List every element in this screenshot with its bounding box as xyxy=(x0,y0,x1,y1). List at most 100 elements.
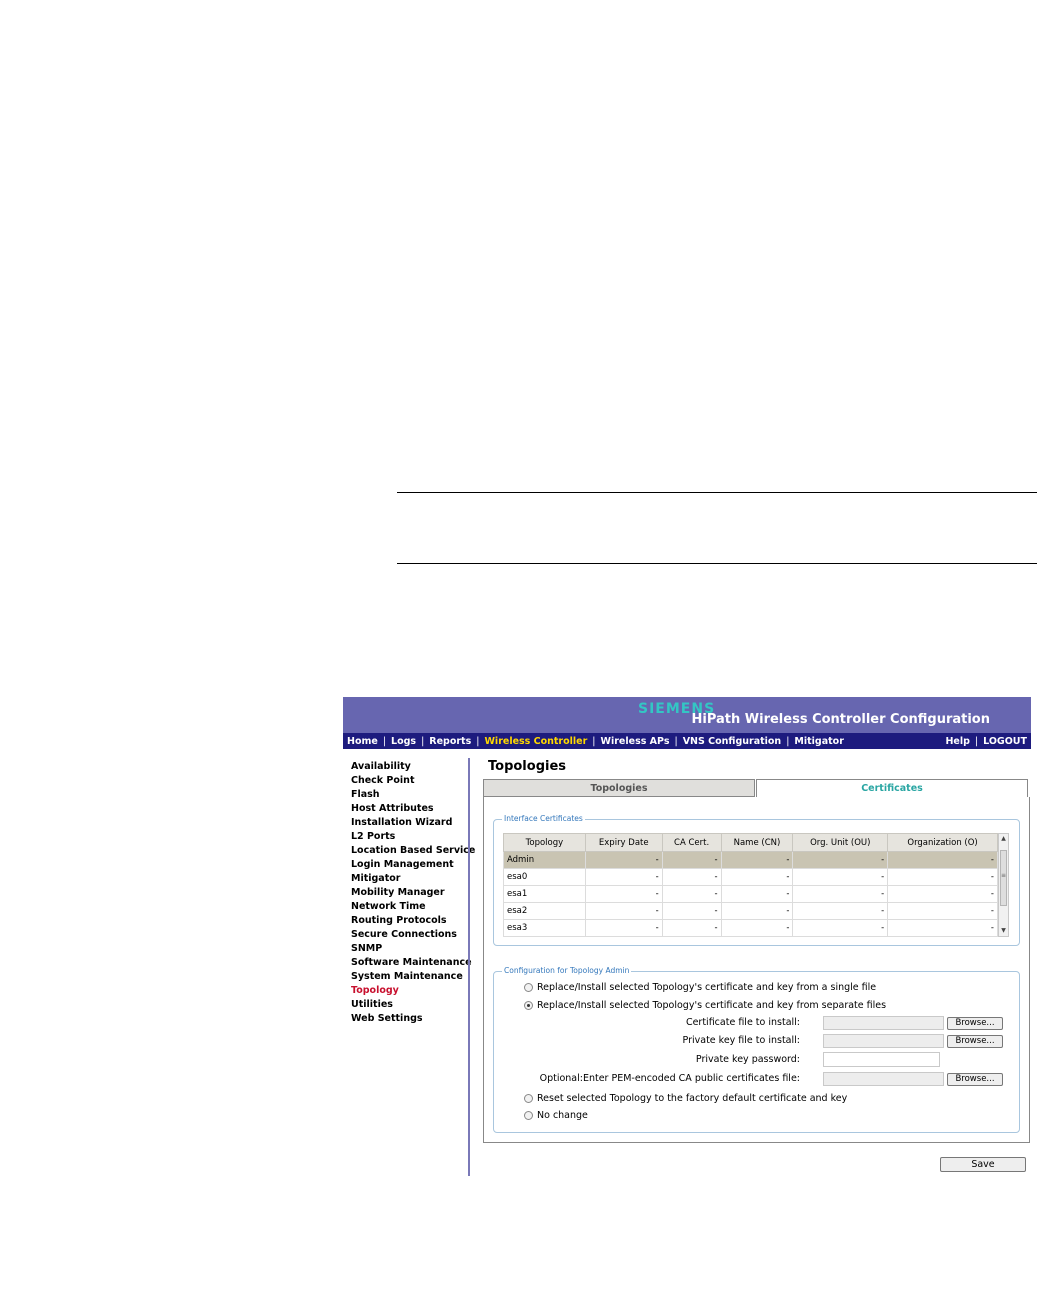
column-header-topology[interactable]: Topology xyxy=(503,833,586,852)
tab-topologies[interactable]: Topologies xyxy=(483,779,755,797)
topology-configuration-group: Configuration for Topology Admin Replace… xyxy=(493,966,1020,1133)
column-header-ca-cert[interactable]: CA Cert. xyxy=(661,833,722,852)
nav-link-wireless-controller[interactable]: Wireless Controller xyxy=(484,736,587,747)
column-header-org-unit-ou[interactable]: Org. Unit (OU) xyxy=(792,833,889,852)
sidebar-item-location-based-service[interactable]: Location Based Service xyxy=(351,844,475,858)
table-cell: - xyxy=(720,919,794,937)
grip-icon: ≡ xyxy=(1001,872,1007,879)
interface-certificates-table: Topology Expiry Date CA Cert. Name (CN) Org.… xyxy=(503,833,998,937)
tab-certificates[interactable]: Certificates xyxy=(756,779,1028,797)
certificate-browse-button[interactable]: Browse... xyxy=(947,1017,1003,1030)
table-cell: - xyxy=(792,851,889,869)
private-key-file-input[interactable] xyxy=(823,1034,944,1048)
radio-reset-default[interactable] xyxy=(524,1093,533,1103)
option-separate-files[interactable]: Replace/Install selected Topology's cert… xyxy=(524,998,886,1012)
certificate-file-input[interactable] xyxy=(823,1016,944,1030)
table-cell: - xyxy=(584,851,663,869)
table-cell: - xyxy=(887,851,998,869)
nav-link-mitigator[interactable]: Mitigator xyxy=(794,736,843,747)
sidebar-item-web-settings[interactable]: Web Settings xyxy=(351,1012,471,1026)
nav-link-vns-configuration[interactable]: VNS Configuration xyxy=(683,736,782,747)
nav-separator: | xyxy=(382,735,387,747)
table-cell: - xyxy=(887,868,998,886)
column-header-name-cn[interactable]: Name (CN) xyxy=(720,833,794,852)
save-button[interactable]: Save xyxy=(940,1157,1026,1172)
table-cell: - xyxy=(792,919,889,937)
table-row[interactable]: esa0- - - - - xyxy=(503,868,998,886)
option-reset-default[interactable]: Reset selected Topology to the factory d… xyxy=(524,1091,847,1105)
sidebar-item-flash[interactable]: Flash xyxy=(351,788,471,802)
private-key-browse-button[interactable]: Browse... xyxy=(947,1035,1003,1048)
scroll-thumb[interactable]: ≡ xyxy=(1000,850,1007,906)
private-key-password-input[interactable] xyxy=(823,1052,940,1067)
nav-link-logout[interactable]: LOGOUT xyxy=(983,736,1027,747)
top-nav-main: Home | Logs | Reports | Wireless Controller | Wi… xyxy=(347,733,844,749)
ca-certificates-browse-button[interactable]: Browse... xyxy=(947,1073,1003,1086)
sidebar-item-mobility-manager[interactable]: Mobility Manager xyxy=(351,886,471,900)
certificate-file-label: Certificate file to install: xyxy=(685,1017,800,1028)
sidebar-item-host-attributes[interactable]: Host Attributes xyxy=(351,802,471,816)
column-header-expiry-date[interactable]: Expiry Date xyxy=(584,833,663,852)
interface-certificates-legend: Interface Certificates xyxy=(502,814,585,823)
sidebar-item-topology[interactable]: Topology xyxy=(351,984,471,998)
scroll-down-icon[interactable]: ▼ xyxy=(999,926,1008,936)
sidebar-item-login-management[interactable]: Login Management xyxy=(351,858,471,872)
table-cell: - xyxy=(661,885,722,903)
sidebar-item-routing-protocols[interactable]: Routing Protocols xyxy=(351,914,471,928)
app-title: HiPath Wireless Controller Configuration xyxy=(691,712,991,727)
certificates-panel: Interface Certificates Topology Expiry Da… xyxy=(483,797,1030,1143)
table-row[interactable]: esa1- - - - - xyxy=(503,885,998,903)
table-cell: - xyxy=(720,851,794,869)
radio-separate-files[interactable] xyxy=(524,1000,533,1010)
controller-window: SIEMENS HiPath Wireless Controller Confi… xyxy=(343,697,1031,1177)
nav-separator: | xyxy=(476,735,480,747)
table-row[interactable]: Admin - - - - - xyxy=(503,851,998,869)
table-cell: - xyxy=(720,868,794,886)
sidebar-item-installation-wizard[interactable]: Installation Wizard xyxy=(351,816,471,830)
private-key-file-label: Private key file to install: xyxy=(682,1035,800,1046)
sidebar-item-utilities[interactable]: Utilities xyxy=(351,998,471,1012)
nav-link-reports[interactable]: Reports xyxy=(429,736,471,747)
table-row[interactable]: esa2- - - - - xyxy=(503,902,998,920)
radio-no-change[interactable] xyxy=(524,1110,533,1120)
nav-separator: | xyxy=(674,735,678,747)
table-cell: - xyxy=(584,919,663,937)
table-cell: esa1 xyxy=(503,885,586,903)
nav-link-logs[interactable]: Logs xyxy=(391,736,416,747)
sidebar-item-system-maintenance[interactable]: System Maintenance xyxy=(351,970,471,984)
sidebar-item-check-point[interactable]: Check Point xyxy=(351,774,471,788)
ca-certificates-file-label: Optional:Enter PEM-encoded CA public cer… xyxy=(539,1073,800,1084)
table-cell: - xyxy=(720,902,794,920)
option-single-file[interactable]: Replace/Install selected Topology's cert… xyxy=(524,980,876,994)
table-cell: - xyxy=(661,851,722,869)
table-scrollbar[interactable]: ▲ ≡ ▼ xyxy=(998,833,1009,937)
sidebar-item-l2-ports[interactable]: L2 Ports xyxy=(351,830,471,844)
table-cell: - xyxy=(792,902,889,920)
sidebar-item-snmp[interactable]: SNMP xyxy=(351,942,471,956)
ca-certificates-file-input[interactable] xyxy=(823,1072,944,1086)
table-cell: - xyxy=(887,902,998,920)
table-cell: esa0 xyxy=(503,868,586,886)
column-header-organization-o[interactable]: Organization (O) xyxy=(887,833,998,852)
sidebar-item-secure-connections[interactable]: Secure Connections xyxy=(351,928,471,942)
option-separate-files-label: Replace/Install selected Topology's cert… xyxy=(537,999,887,1011)
nav-link-help[interactable]: Help xyxy=(945,736,969,747)
option-no-change[interactable]: No change xyxy=(524,1108,588,1122)
radio-single-file[interactable] xyxy=(524,982,533,992)
table-cell: - xyxy=(661,868,722,886)
scroll-up-icon[interactable]: ▲ xyxy=(999,834,1008,844)
interface-certificates-group: Interface Certificates Topology Expiry Da… xyxy=(493,814,1020,946)
table-cell: - xyxy=(720,885,794,903)
configuration-legend: Configuration for Topology Admin xyxy=(502,966,632,975)
table-row[interactable]: esa3- - - - - xyxy=(503,919,998,937)
sidebar-menu: Availability Check Point Flash Host Attribu… xyxy=(351,760,475,1026)
nav-link-wireless-aps[interactable]: Wireless APs xyxy=(601,736,670,747)
sidebar-item-software-maintenance[interactable]: Software Maintenance xyxy=(351,956,472,970)
sidebar-item-mitigator[interactable]: Mitigator xyxy=(351,872,471,886)
sidebar-item-network-time[interactable]: Network Time xyxy=(351,900,471,914)
option-single-file-label: Replace/Install selected Topology's cert… xyxy=(537,981,877,993)
page-title: Topologies xyxy=(488,759,567,774)
nav-link-home[interactable]: Home xyxy=(347,736,378,747)
sidebar-item-availability[interactable]: Availability xyxy=(351,760,471,774)
rule-bottom xyxy=(397,563,1037,564)
